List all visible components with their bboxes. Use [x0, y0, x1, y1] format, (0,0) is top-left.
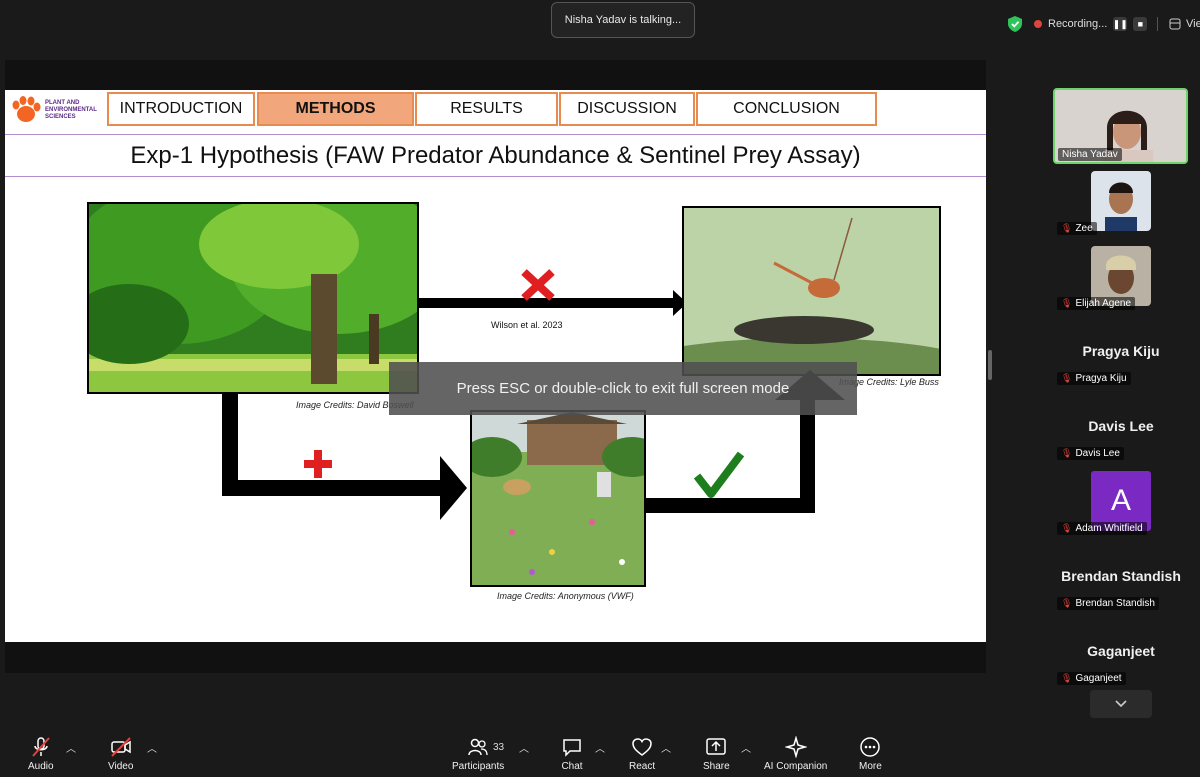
video-button[interactable]: Video — [108, 736, 133, 772]
recording-dot-icon — [1034, 20, 1042, 28]
mic-off-icon: 🎙 — [1061, 373, 1073, 383]
chevron-down-icon — [1115, 700, 1127, 708]
participants-icon — [468, 738, 488, 756]
react-options-caret[interactable]: ︿ — [661, 740, 671, 755]
participant-chip: 🎙 Gaganjeet — [1057, 672, 1126, 685]
chat-options-caret[interactable]: ︿ — [595, 740, 605, 755]
video-layout-icon[interactable] — [1168, 17, 1182, 31]
divider — [1157, 17, 1159, 31]
share-options-caret[interactable]: ︿ — [741, 740, 751, 755]
participant-chip: 🎙 Zee — [1057, 222, 1097, 235]
mic-off-icon: 🎙 — [1061, 598, 1073, 608]
forest-image — [87, 202, 419, 394]
stop-recording-button[interactable]: ■ — [1133, 17, 1148, 31]
sparkle-icon — [784, 736, 807, 758]
panel-resize-handle[interactable] — [988, 350, 992, 380]
exit-fullscreen-toast: Press ESC or double-click to exit full s… — [389, 362, 857, 415]
participant-chip: 🎙 Pragya Kiju — [1057, 372, 1131, 385]
mic-off-icon: 🎙 — [1061, 448, 1073, 458]
mic-off-icon: 🎙 — [1061, 223, 1073, 233]
heart-icon — [632, 738, 652, 756]
more-icon — [860, 737, 881, 757]
audio-options-caret[interactable]: ︿ — [66, 740, 76, 755]
participants-count: 33 — [493, 742, 505, 753]
garden-image — [470, 410, 646, 587]
recording-label: Recording... — [1048, 18, 1108, 30]
video-tile-speaker[interactable]: Nisha Yadav — [1053, 88, 1188, 164]
speaker-name: Nisha Yadav — [1058, 148, 1122, 161]
chat-button[interactable]: Chat — [561, 736, 583, 772]
participant-chip: 🎙 Elijah Agene — [1057, 297, 1136, 310]
recording-indicator: Recording... ❚❚ ■ — [1008, 10, 1182, 38]
react-button[interactable]: React — [629, 736, 655, 772]
active-speaker-banner: Nisha Yadav is talking... — [551, 2, 695, 38]
share-screen-icon — [706, 738, 727, 755]
ai-companion-button[interactable]: AI Companion — [764, 736, 827, 772]
audio-button[interactable]: Audio — [28, 736, 54, 772]
participants-options-caret[interactable]: ︿ — [519, 740, 529, 755]
cross-icon — [521, 269, 555, 301]
video-options-caret[interactable]: ︿ — [147, 740, 157, 755]
participant-display-name: Davis Lee — [1088, 418, 1154, 434]
meeting-window: Nisha Yadav is talking... Recording... ❚… — [0, 0, 1200, 777]
insect-image — [682, 206, 941, 376]
participant-display-name: Pragya Kiju — [1082, 343, 1160, 359]
participant-chip: 🎙 Brendan Standish — [1057, 597, 1159, 610]
pause-recording-button[interactable]: ❚❚ — [1113, 17, 1128, 31]
participant-chip: 🎙 Adam Whitfield — [1057, 522, 1147, 535]
citation-label: Wilson et al. 2023 — [491, 320, 563, 330]
participant-display-name: Gaganjeet — [1087, 643, 1155, 659]
more-button[interactable]: More — [859, 736, 882, 772]
shield-icon — [1008, 16, 1022, 32]
check-icon — [693, 451, 745, 498]
mic-off-icon: 🎙 — [1061, 298, 1073, 308]
avatar — [1091, 171, 1151, 231]
mic-off-icon: 🎙 — [1061, 673, 1073, 683]
participant-display-name: Brendan Standish — [1061, 568, 1181, 584]
chat-icon — [563, 739, 581, 757]
view-button[interactable]: Vie — [1186, 18, 1200, 30]
garden-image-credit: Image Credits: Anonymous (VWF) — [497, 591, 634, 601]
video-off-icon — [110, 737, 131, 757]
participant-chip: 🎙 Davis Lee — [1057, 447, 1124, 460]
plus-icon — [304, 450, 332, 478]
scroll-down-button[interactable] — [1090, 690, 1152, 718]
mic-muted-icon — [32, 737, 50, 757]
share-button[interactable]: Share — [703, 736, 730, 772]
mic-off-icon: 🎙 — [1061, 523, 1073, 533]
